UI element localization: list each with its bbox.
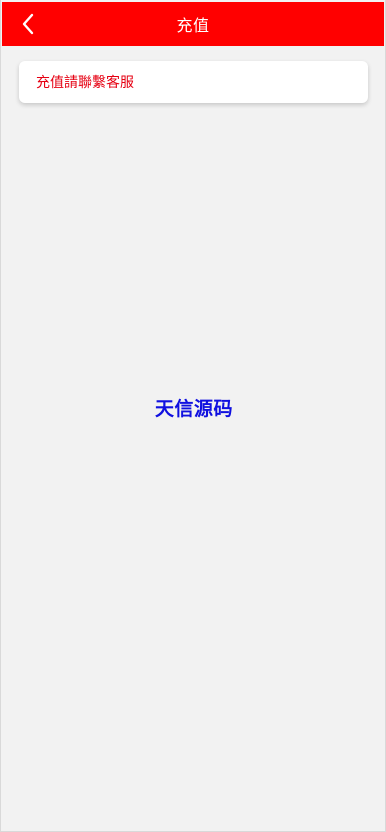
top-bar: 充值 <box>2 2 384 46</box>
back-button[interactable] <box>10 2 46 46</box>
recharge-notice-text: 充值請聯繫客服 <box>36 75 134 91</box>
recharge-notice-card: 充值請聯繫客服 <box>19 61 368 103</box>
app-screen: 充值 充值請聯繫客服 天信源码 <box>0 0 386 832</box>
chevron-left-icon <box>21 13 35 35</box>
watermark-text: 天信源码 <box>154 398 233 420</box>
page-title: 充值 <box>176 16 210 35</box>
